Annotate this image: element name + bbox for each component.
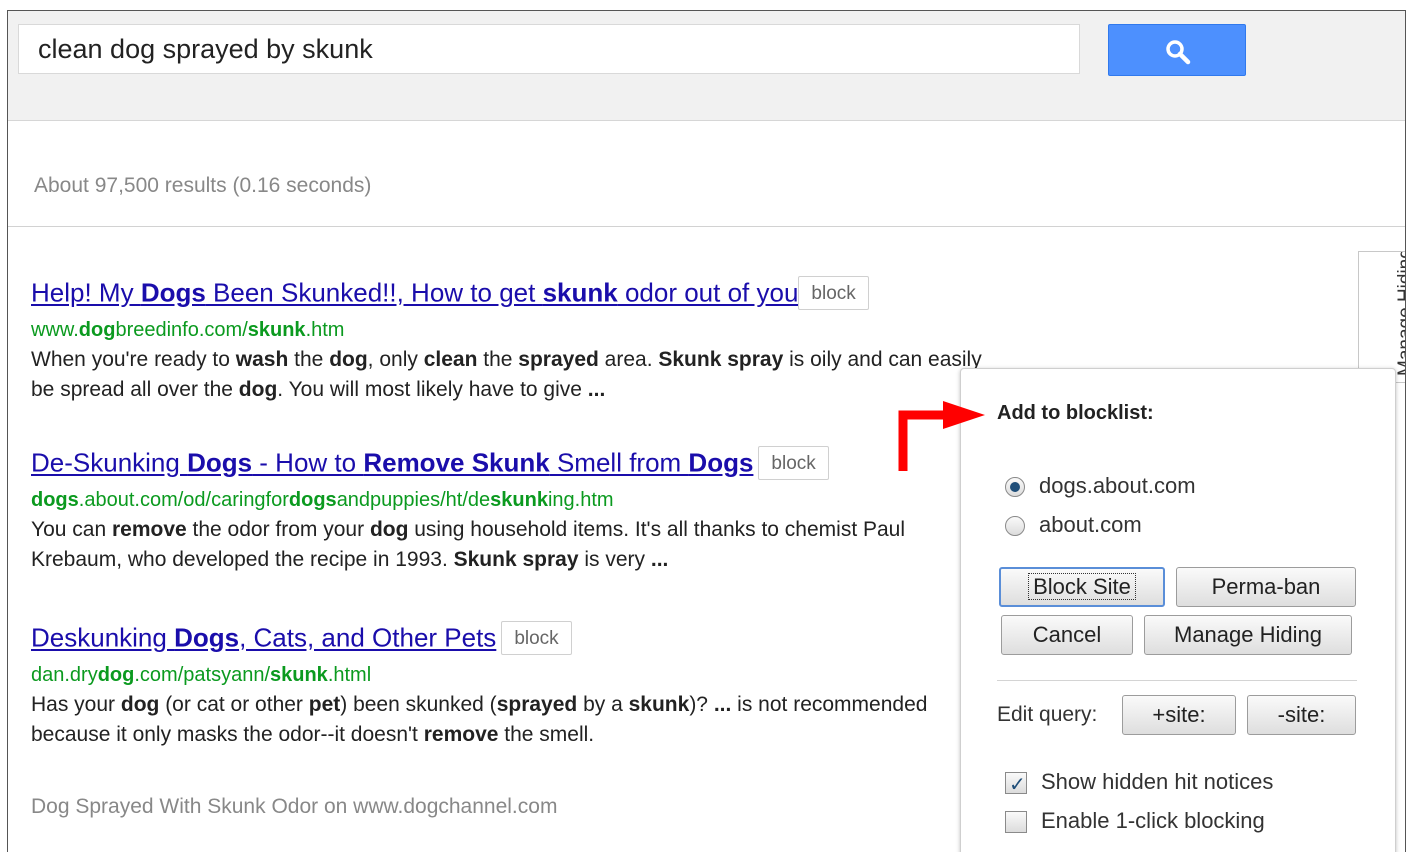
panel-title: Add to blocklist: bbox=[997, 402, 1154, 424]
search-button[interactable] bbox=[1108, 24, 1246, 76]
results-stats-bar: About 97,500 results (0.16 seconds) bbox=[8, 121, 1405, 227]
checkbox[interactable] bbox=[1005, 769, 1027, 799]
search-result: Help! My Dogs Been Skunked!!, How to get… bbox=[31, 276, 1031, 405]
show-hidden-notices-option[interactable]: Show hidden hit notices bbox=[1005, 767, 1274, 799]
manage-hiding-tab[interactable]: Manage Hiding bbox=[1358, 251, 1406, 383]
minus-site-button[interactable]: -site: bbox=[1247, 695, 1356, 735]
result-title-link[interactable]: Deskunking Dogs, Cats, and Other Pets bbox=[31, 623, 496, 653]
plus-site-button[interactable]: +site: bbox=[1122, 695, 1236, 735]
result-url: dogs.about.com/od/caringfordogsandpuppie… bbox=[31, 489, 614, 511]
manage-hiding-button[interactable]: Manage Hiding bbox=[1144, 615, 1352, 655]
search-icon bbox=[1166, 40, 1191, 65]
browser-page: About 97,500 results (0.16 seconds) Help… bbox=[7, 10, 1406, 852]
search-header bbox=[8, 11, 1405, 121]
checkbox-label: Show hidden hit notices bbox=[1041, 769, 1274, 794]
radio-button[interactable] bbox=[1005, 516, 1025, 537]
search-result: De-Skunking Dogs - How to Remove Skunk S… bbox=[31, 446, 1031, 575]
radio-label: about.com bbox=[1039, 512, 1142, 537]
red-arrow-annotation bbox=[898, 401, 985, 471]
radio-option-about[interactable]: about.com bbox=[1005, 510, 1142, 540]
result-snippet: Has your dog (or cat or other pet) been … bbox=[31, 693, 928, 746]
enable-one-click-option[interactable]: Enable 1-click blocking bbox=[1005, 806, 1265, 836]
checkbox-label: Enable 1-click blocking bbox=[1041, 808, 1265, 833]
result-snippet: When you're ready to wash the dog, only … bbox=[31, 348, 982, 401]
radio-option-dogs-about[interactable]: dogs.about.com bbox=[1005, 471, 1196, 501]
checkbox[interactable] bbox=[1005, 811, 1027, 834]
block-button[interactable]: block bbox=[758, 446, 829, 480]
blocklist-panel: Add to blocklist: dogs.about.com about.c… bbox=[960, 368, 1396, 852]
result-snippet: You can remove the odor from your dog us… bbox=[31, 518, 906, 571]
block-site-button[interactable]: Block Site bbox=[999, 567, 1165, 607]
result-stats: About 97,500 results (0.16 seconds) bbox=[34, 174, 372, 197]
search-result: Deskunking Dogs, Cats, and Other Pets blo… bbox=[31, 621, 1031, 750]
edit-query-label: Edit query: bbox=[997, 703, 1098, 726]
cancel-button[interactable]: Cancel bbox=[1001, 615, 1133, 655]
related-result-link[interactable]: Dog Sprayed With Skunk Odor on www.dogch… bbox=[31, 795, 557, 819]
manage-hiding-tab-label: Manage Hiding bbox=[1395, 251, 1406, 376]
radio-button[interactable] bbox=[1005, 477, 1025, 498]
result-url: www.dogbreedinfo.com/skunk.htm bbox=[31, 319, 345, 341]
panel-divider bbox=[997, 680, 1357, 681]
result-title-link[interactable]: De-Skunking Dogs - How to Remove Skunk S… bbox=[31, 448, 753, 478]
block-button[interactable]: block bbox=[501, 621, 572, 655]
result-url: dan.drydog.com/patsyann/skunk.html bbox=[31, 664, 372, 686]
radio-label: dogs.about.com bbox=[1039, 473, 1196, 498]
search-input[interactable] bbox=[18, 24, 1080, 74]
result-title-link[interactable]: Help! My Dogs Been Skunked!!, How to get… bbox=[31, 278, 798, 308]
perma-ban-button[interactable]: Perma-ban bbox=[1176, 567, 1356, 607]
block-button[interactable]: block bbox=[798, 276, 869, 310]
